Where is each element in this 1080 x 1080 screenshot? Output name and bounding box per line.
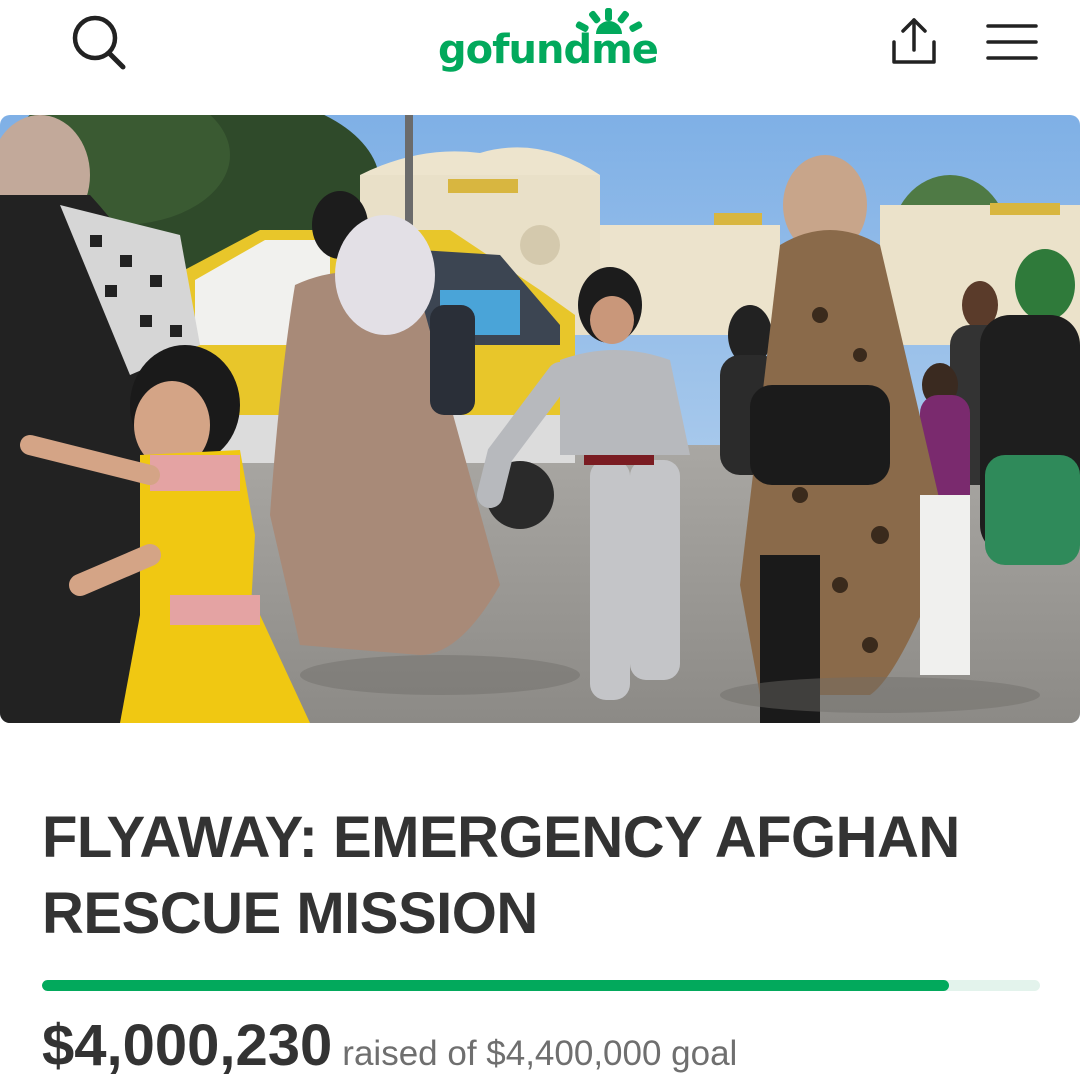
goal-text: raised of $4,400,000 goal bbox=[342, 1034, 738, 1073]
share-button[interactable] bbox=[884, 12, 944, 72]
search-button[interactable] bbox=[66, 10, 130, 74]
menu-button[interactable] bbox=[984, 18, 1040, 66]
top-header: gofundme bbox=[0, 0, 1080, 90]
amount-raised: $4,000,230 bbox=[42, 1013, 333, 1078]
fundraising-progress-bar bbox=[42, 980, 1040, 991]
share-icon bbox=[892, 18, 936, 64]
progress-fill bbox=[42, 980, 950, 991]
search-icon bbox=[72, 15, 126, 70]
campaign-title: FLYAWAY: EMERGENCY AFGHAN RESCUE MISSION bbox=[42, 805, 960, 946]
logo-wordmark: gofundme bbox=[438, 27, 659, 73]
campaign-page: gofundme FLYAWAY: EMERGENCY AFGHAN RESCU… bbox=[0, 0, 1080, 1080]
amount-raised-row: $4,000,230 raised of $4,400,000 goal bbox=[42, 1012, 1062, 1080]
gofundme-logo[interactable]: gofundme bbox=[436, 8, 659, 74]
campaign-hero-image[interactable] bbox=[0, 115, 1080, 723]
hamburger-menu-icon bbox=[986, 24, 1038, 60]
